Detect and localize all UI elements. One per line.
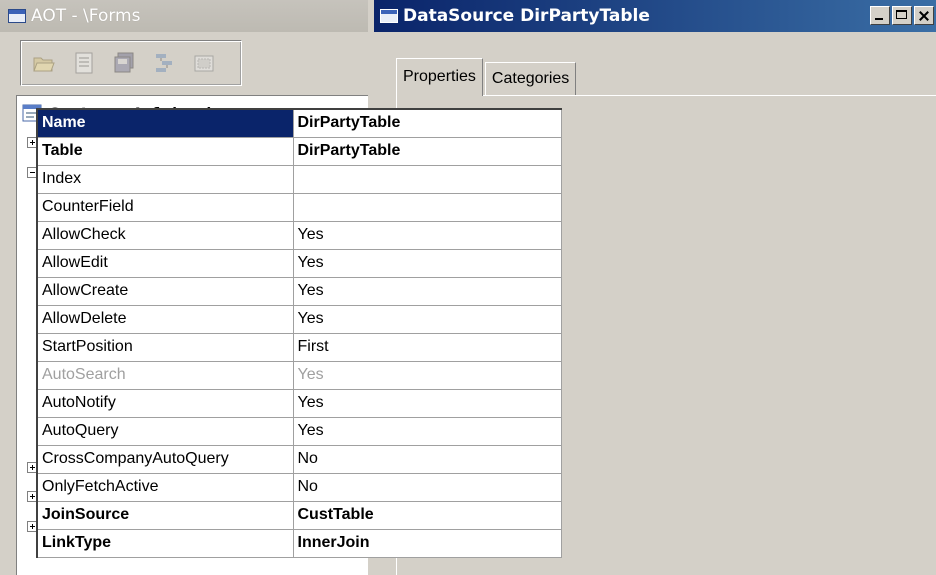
property-name[interactable]: AllowCheck xyxy=(36,220,294,250)
datasource-title-bar[interactable]: DataSource DirPartyTable xyxy=(374,0,936,32)
property-row[interactable]: CrossCompanyAutoQuery No xyxy=(36,444,562,474)
window-icon xyxy=(8,9,26,23)
aot-title: AOT - \Forms xyxy=(31,6,141,26)
property-value[interactable] xyxy=(292,164,562,194)
property-value[interactable]: InnerJoin xyxy=(292,528,562,558)
datasource-title: DataSource DirPartyTable xyxy=(403,6,650,26)
property-value[interactable]: Yes xyxy=(292,276,562,306)
property-name[interactable]: JoinSource xyxy=(36,500,294,530)
property-row[interactable]: AllowCreate Yes xyxy=(36,276,562,306)
property-row[interactable]: CounterField xyxy=(36,192,562,222)
property-row[interactable]: AutoNotify Yes xyxy=(36,388,562,418)
property-name[interactable]: Name xyxy=(36,108,294,138)
property-name[interactable]: AllowEdit xyxy=(36,248,294,278)
open-icon[interactable] xyxy=(31,50,57,76)
property-name[interactable]: Table xyxy=(36,136,294,166)
property-row[interactable]: Index xyxy=(36,164,562,194)
property-value[interactable]: No xyxy=(292,444,562,474)
tab-properties[interactable]: Properties xyxy=(396,58,483,96)
properties-icon[interactable] xyxy=(71,50,97,76)
property-name[interactable]: CounterField xyxy=(36,192,294,222)
property-tabs: Properties Categories xyxy=(396,58,577,96)
property-row[interactable]: StartPosition First xyxy=(36,332,562,362)
property-name[interactable]: AllowCreate xyxy=(36,276,294,306)
property-name[interactable]: StartPosition xyxy=(36,332,294,362)
tab-categories[interactable]: Categories xyxy=(484,62,577,96)
property-value[interactable]: First xyxy=(292,332,562,362)
property-value[interactable]: Yes xyxy=(292,416,562,446)
property-row[interactable]: Name DirPartyTable xyxy=(36,108,562,138)
property-value[interactable] xyxy=(292,192,562,222)
maximize-icon[interactable] xyxy=(892,6,912,25)
window-icon xyxy=(380,9,398,23)
property-value[interactable]: Yes xyxy=(292,220,562,250)
property-value[interactable]: Yes xyxy=(292,388,562,418)
minimize-icon[interactable] xyxy=(870,6,890,25)
property-value[interactable]: CustTable xyxy=(292,500,562,530)
property-name[interactable]: OnlyFetchActive xyxy=(36,472,294,502)
property-value[interactable]: DirPartyTable xyxy=(292,136,562,166)
property-row[interactable]: JoinSource CustTable xyxy=(36,500,562,530)
property-row[interactable]: AllowCheck Yes xyxy=(36,220,562,250)
property-name[interactable]: AutoSearch xyxy=(36,360,294,390)
property-name[interactable]: CrossCompanyAutoQuery xyxy=(36,444,294,474)
property-row[interactable]: LinkType InnerJoin xyxy=(36,528,562,558)
property-row[interactable]: AllowDelete Yes xyxy=(36,304,562,334)
property-value[interactable]: No xyxy=(292,472,562,502)
import-icon[interactable] xyxy=(191,50,217,76)
property-name[interactable]: Index xyxy=(36,164,294,194)
save-all-icon[interactable] xyxy=(111,50,137,76)
compile-icon[interactable] xyxy=(151,50,177,76)
property-value[interactable]: Yes xyxy=(292,304,562,334)
property-name[interactable]: AllowDelete xyxy=(36,304,294,334)
property-value[interactable]: DirPartyTable xyxy=(292,108,562,138)
close-icon[interactable] xyxy=(914,6,934,25)
property-name[interactable]: AutoQuery xyxy=(36,416,294,446)
property-value[interactable]: Yes xyxy=(292,248,562,278)
property-row[interactable]: Table DirPartyTable xyxy=(36,136,562,166)
property-row[interactable]: AutoQuery Yes xyxy=(36,416,562,446)
window-controls xyxy=(870,6,934,25)
aot-title-bar[interactable]: AOT - \Forms xyxy=(0,0,368,32)
property-row[interactable]: AutoSearch Yes xyxy=(36,360,562,390)
property-row[interactable]: AllowEdit Yes xyxy=(36,248,562,278)
property-value[interactable]: Yes xyxy=(292,360,562,390)
property-name[interactable]: LinkType xyxy=(36,528,294,558)
property-grid: Name DirPartyTable Table DirPartyTable Index… xyxy=(36,108,562,558)
aot-toolbar xyxy=(20,40,242,86)
property-name[interactable]: AutoNotify xyxy=(36,388,294,418)
property-row[interactable]: OnlyFetchActive No xyxy=(36,472,562,502)
